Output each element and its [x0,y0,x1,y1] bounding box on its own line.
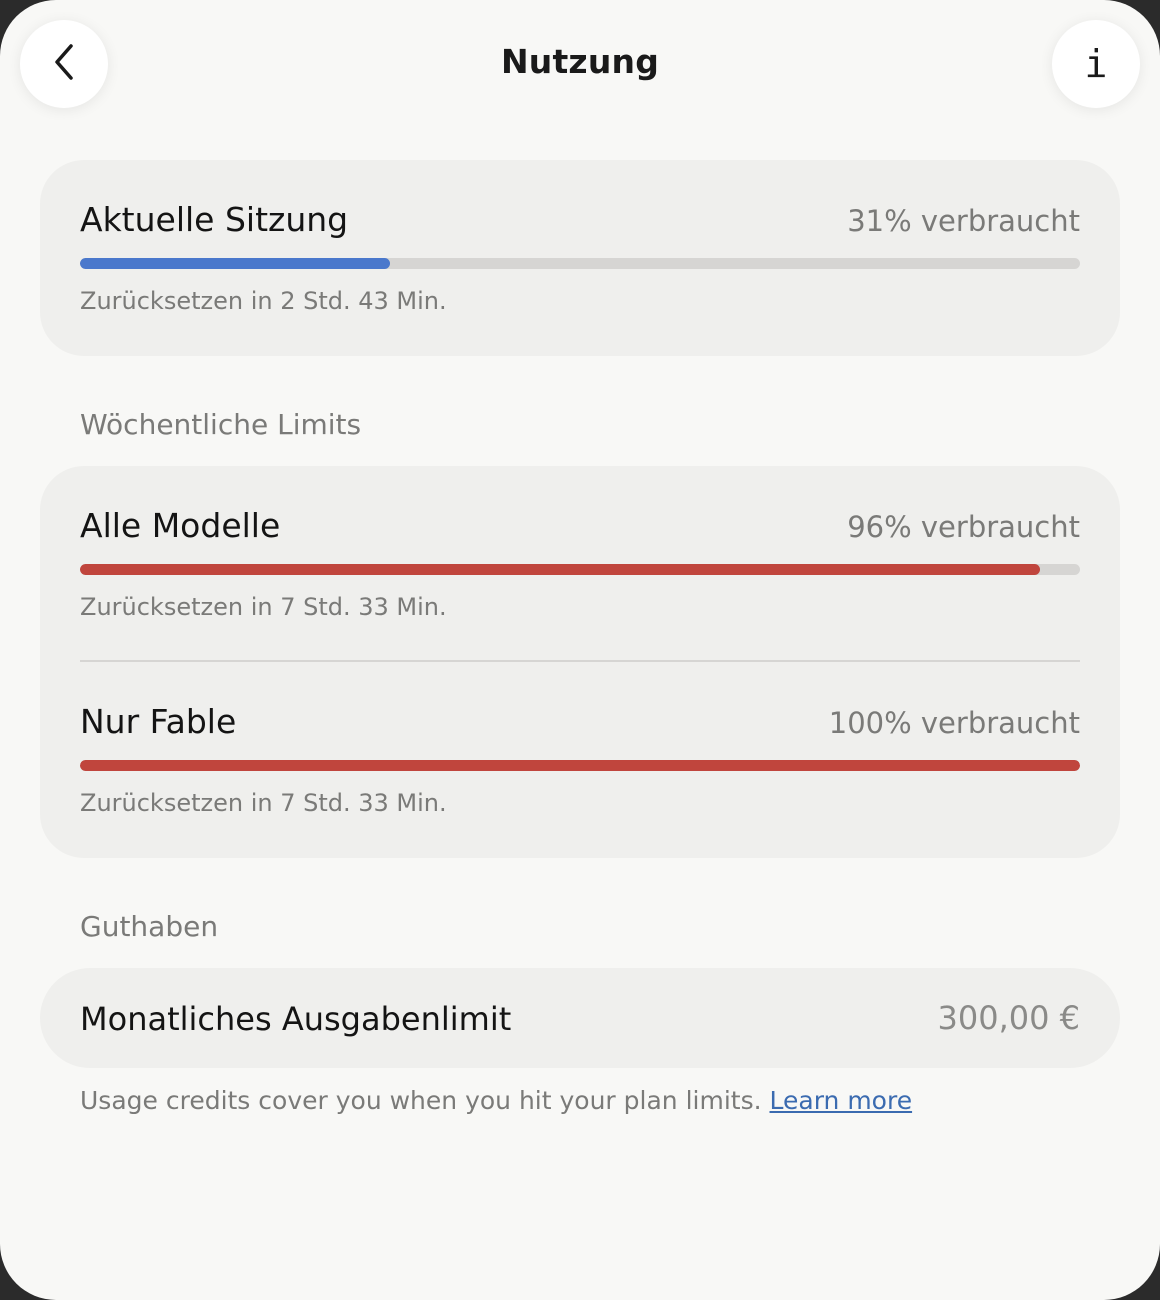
weekly-section-label: Wöchentliche Limits [80,408,362,441]
all-models-reset-text: Zurücksetzen in 7 Std. 33 Min. [80,593,447,621]
fable-reset-text: Zurücksetzen in 7 Std. 33 Min. [80,789,447,817]
credits-footnote-text: Usage credits cover you when you hit you… [80,1086,762,1115]
session-reset-text: Zurücksetzen in 2 Std. 43 Min. [80,287,447,315]
header: Nutzung i [0,0,1160,130]
session-title: Aktuelle Sitzung [80,200,349,239]
spending-limit-label: Monatliches Ausgabenlimit [80,1000,512,1038]
page-title: Nutzung [500,42,660,81]
fable-title: Nur Fable [80,702,237,741]
all-models-progress-bar [80,564,1080,575]
spending-limit-row[interactable]: Monatliches Ausgabenlimit 300,00 € [40,968,1120,1068]
usage-window: Nutzung i Aktuelle Sitzung 31% verbrauch… [0,0,1160,1300]
fable-used-label: 100% verbraucht [828,706,1080,740]
session-used-label: 31% verbraucht [847,204,1080,238]
divider [80,660,1080,662]
info-icon: i [1084,42,1108,86]
session-progress-bar [80,258,1080,269]
credits-section-label: Guthaben [80,910,219,943]
weekly-card: Alle Modelle 96% verbraucht Zurücksetzen… [40,466,1120,858]
all-models-used-label: 96% verbraucht [847,510,1080,544]
credits-footnote: Usage credits cover you when you hit you… [80,1086,912,1115]
session-header: Aktuelle Sitzung 31% verbraucht [80,200,1080,239]
spending-limit-value: 300,00 € [937,999,1081,1037]
fable-progress-bar [80,760,1080,771]
fable-progress-fill [80,760,1080,771]
session-progress-fill [80,258,390,269]
learn-more-link[interactable]: Learn more [770,1086,913,1115]
all-models-progress-fill [80,564,1040,575]
all-models-header: Alle Modelle 96% verbraucht [80,506,1080,545]
info-button[interactable]: i [1052,20,1140,108]
fable-header: Nur Fable 100% verbraucht [80,702,1080,741]
session-card: Aktuelle Sitzung 31% verbraucht Zurückse… [40,160,1120,356]
all-models-title: Alle Modelle [80,506,281,545]
